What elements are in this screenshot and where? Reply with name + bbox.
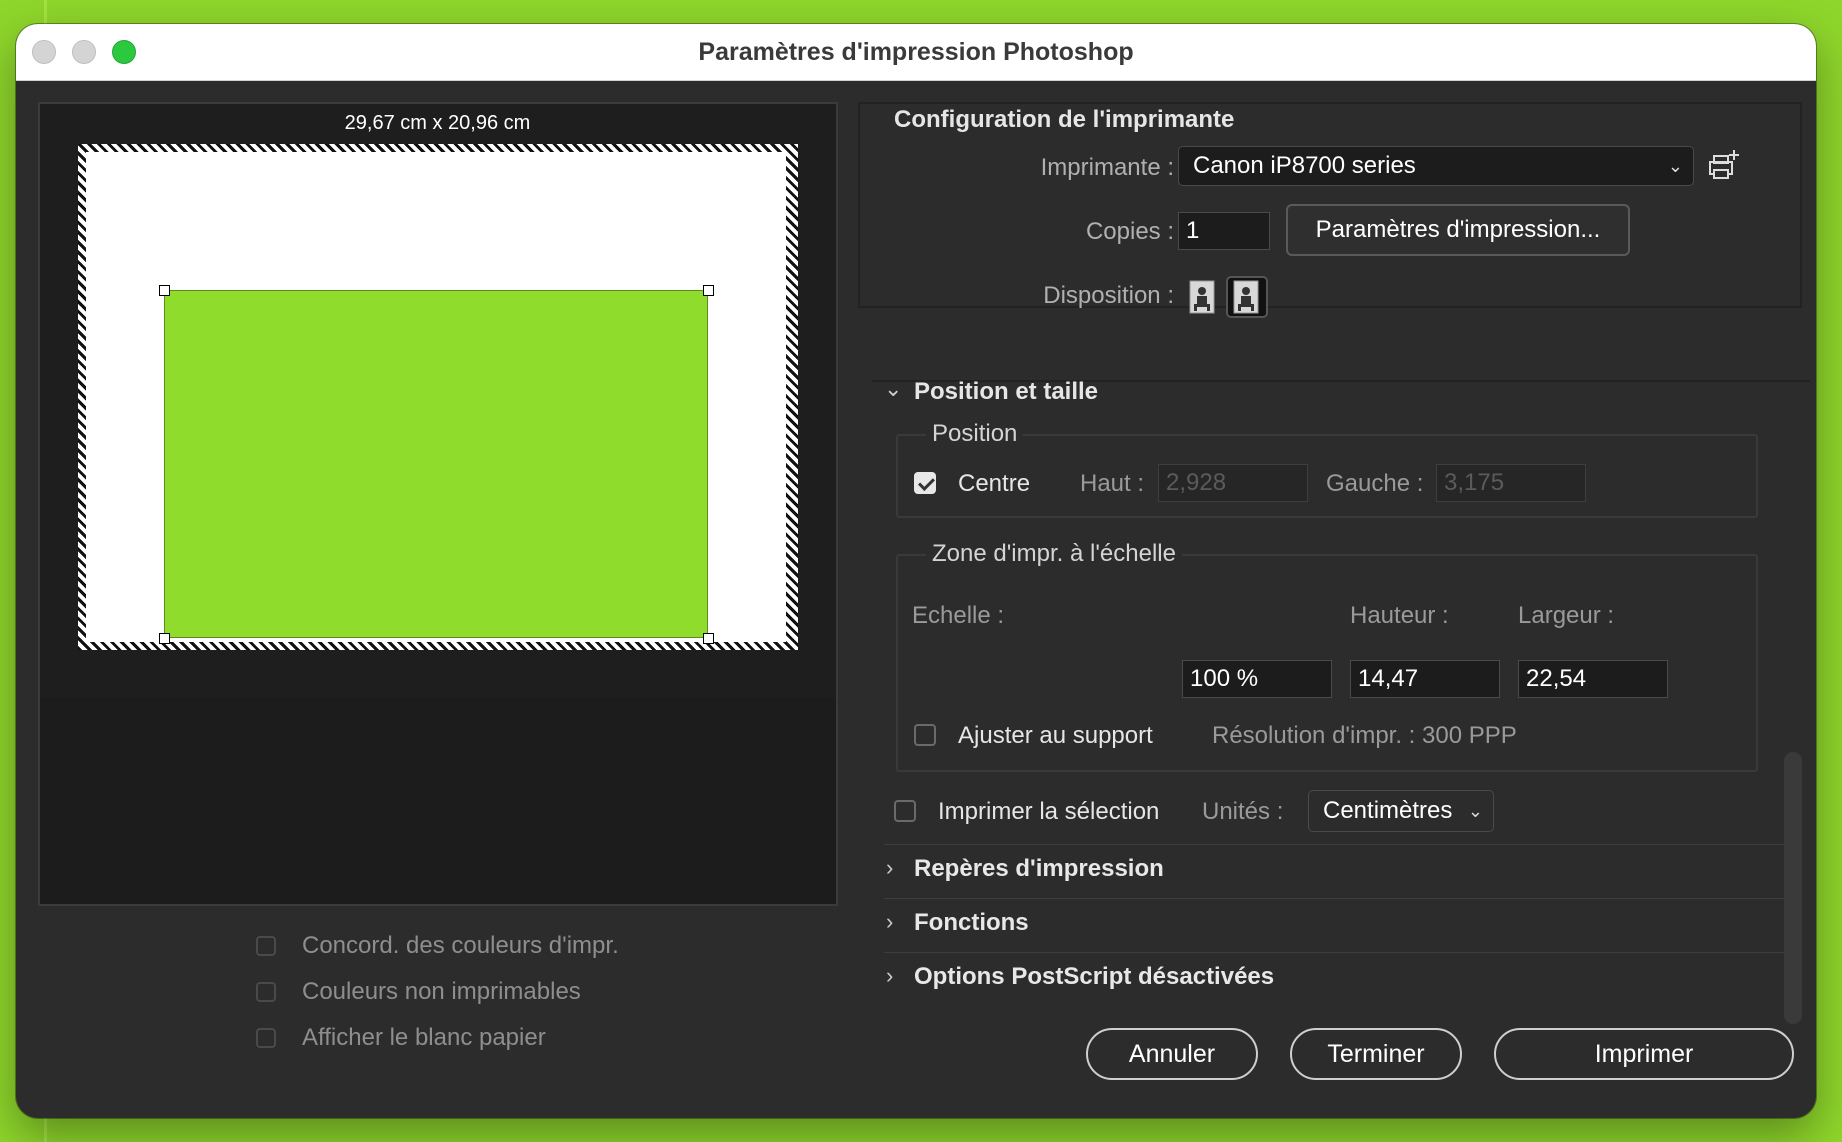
chevron-right-icon: › [886, 855, 894, 880]
units-label: Unités : [1202, 798, 1284, 825]
printing-marks-section[interactable]: › Repères d'impression [884, 844, 1784, 897]
fit-media-checkbox[interactable] [914, 724, 936, 746]
title-bar: Paramètres d'impression Photoshop [16, 24, 1816, 81]
print-resolution-text: Résolution d'impr. : 300 PPP [1212, 722, 1517, 749]
resize-handle-bottom-left[interactable] [159, 633, 170, 644]
match-print-colors-option[interactable]: Concord. des couleurs d'impr. [256, 932, 619, 960]
chevron-down-icon: ⌄ [1667, 156, 1683, 176]
match-print-colors-checkbox[interactable] [256, 936, 276, 956]
print-settings-button[interactable]: Paramètres d'impression... [1286, 204, 1630, 256]
scaled-print-size-title: Zone d'impr. à l'échelle [926, 540, 1182, 568]
copies-input[interactable] [1178, 212, 1270, 250]
print-selection-checkbox[interactable] [894, 800, 916, 822]
printing-marks-label: Repères d'impression [914, 855, 1164, 882]
units-select-value: Centimètres [1323, 797, 1453, 824]
chevron-right-icon: › [886, 963, 894, 988]
scale-label: Echelle : [912, 602, 1005, 629]
portrait-orientation-icon [1189, 280, 1215, 314]
landscape-orientation-icon [1233, 280, 1259, 314]
fit-media-label: Ajuster au support [958, 722, 1153, 749]
print-preview: 29,67 cm x 20,96 cm [38, 102, 838, 906]
postscript-options-label: Options PostScript désactivées [914, 963, 1275, 990]
position-size-title[interactable]: Position et taille [914, 378, 1098, 406]
gamut-warning-checkbox[interactable] [256, 982, 276, 1002]
match-print-colors-label: Concord. des couleurs d'impr. [302, 932, 619, 959]
functions-section[interactable]: › Fonctions [884, 898, 1784, 951]
layout-label: Disposition : [1043, 282, 1174, 309]
add-printer-button[interactable] [1706, 148, 1742, 184]
width-input[interactable] [1518, 660, 1668, 698]
show-paper-white-option[interactable]: Afficher le blanc papier [256, 1024, 546, 1052]
left-label: Gauche : [1326, 470, 1424, 497]
print-selection-label: Imprimer la sélection [938, 798, 1160, 825]
printer-select[interactable]: Canon iP8700 series ⌄ [1178, 146, 1694, 186]
center-label: Centre [958, 470, 1031, 497]
scale-input[interactable] [1182, 660, 1332, 698]
units-select[interactable]: Centimètres ⌄ [1308, 790, 1494, 832]
printer-setup-title: Configuration de l'imprimante [894, 106, 1235, 133]
print-dialog: Paramètres d'impression Photoshop 29,67 … [16, 24, 1816, 1118]
width-label: Largeur : [1518, 602, 1615, 629]
cancel-button[interactable]: Annuler [1086, 1028, 1258, 1080]
resize-handle-bottom-right[interactable] [703, 633, 714, 644]
chevron-down-icon[interactable]: ⌄ [884, 376, 902, 402]
options-scrollbar[interactable] [1784, 752, 1802, 1024]
copies-label: Copies : [1085, 218, 1174, 245]
show-paper-white-checkbox[interactable] [256, 1028, 276, 1048]
height-input[interactable] [1350, 660, 1500, 698]
center-checkbox[interactable] [914, 472, 936, 494]
gamut-warning-option[interactable]: Couleurs non imprimables [256, 978, 581, 1006]
top-label: Haut : [1080, 470, 1145, 497]
portrait-layout-button[interactable] [1184, 278, 1222, 316]
height-label: Hauteur : [1350, 602, 1449, 629]
landscape-layout-button[interactable] [1226, 276, 1268, 318]
postscript-options-section[interactable]: › Options PostScript désactivées [884, 952, 1784, 1005]
resize-handle-top-right[interactable] [703, 285, 714, 296]
printer-select-value: Canon iP8700 series [1193, 152, 1416, 179]
show-paper-white-label: Afficher le blanc papier [302, 1024, 546, 1051]
paper-dimensions: 29,67 cm x 20,96 cm [344, 112, 531, 134]
print-button[interactable]: Imprimer [1494, 1028, 1794, 1080]
printer-label: Imprimante : [1040, 154, 1174, 181]
top-input[interactable] [1158, 464, 1308, 502]
resize-handle-top-left[interactable] [159, 285, 170, 296]
gamut-warning-label: Couleurs non imprimables [302, 978, 581, 1005]
left-input[interactable] [1436, 464, 1586, 502]
chevron-down-icon: ⌄ [1467, 801, 1483, 821]
window-title: Paramètres d'impression Photoshop [698, 38, 1134, 66]
image-placement[interactable] [164, 290, 708, 638]
chevron-right-icon: › [886, 909, 894, 934]
preview-canvas: 29,67 cm x 20,96 cm [40, 104, 836, 698]
done-button[interactable]: Terminer [1290, 1028, 1462, 1080]
add-printer-icon [1709, 150, 1739, 179]
position-group-title: Position [926, 420, 1024, 448]
functions-label: Fonctions [914, 909, 1029, 936]
